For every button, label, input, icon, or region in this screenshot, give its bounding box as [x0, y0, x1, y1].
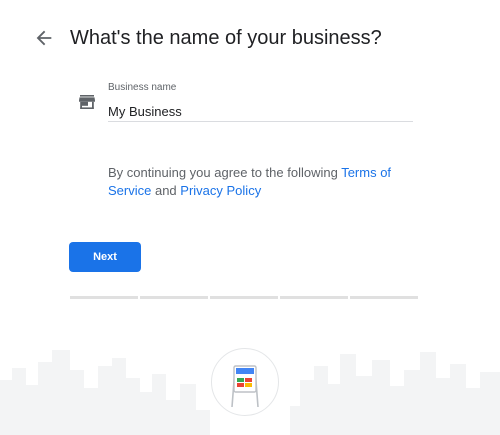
progress-step [70, 296, 138, 299]
next-button[interactable]: Next [69, 242, 141, 272]
consent-text: By continuing you agree to the following… [108, 164, 408, 200]
storefront-icon [79, 95, 95, 109]
arrow-back-icon [36, 30, 52, 46]
consent-connector: and [151, 183, 181, 198]
privacy-policy-link[interactable]: Privacy Policy [180, 183, 261, 198]
back-button[interactable] [33, 27, 55, 49]
page-title: What's the name of your business? [70, 27, 382, 49]
business-name-input[interactable] [108, 101, 413, 122]
progress-step [280, 296, 348, 299]
business-name-field: Business name [108, 82, 413, 122]
business-name-label: Business name [108, 82, 177, 93]
storefront-sign-icon [211, 348, 279, 416]
progress-step [210, 296, 278, 299]
progress-bar [70, 296, 418, 299]
consent-prefix: By continuing you agree to the following [108, 165, 342, 180]
progress-step [350, 296, 418, 299]
progress-step [140, 296, 208, 299]
